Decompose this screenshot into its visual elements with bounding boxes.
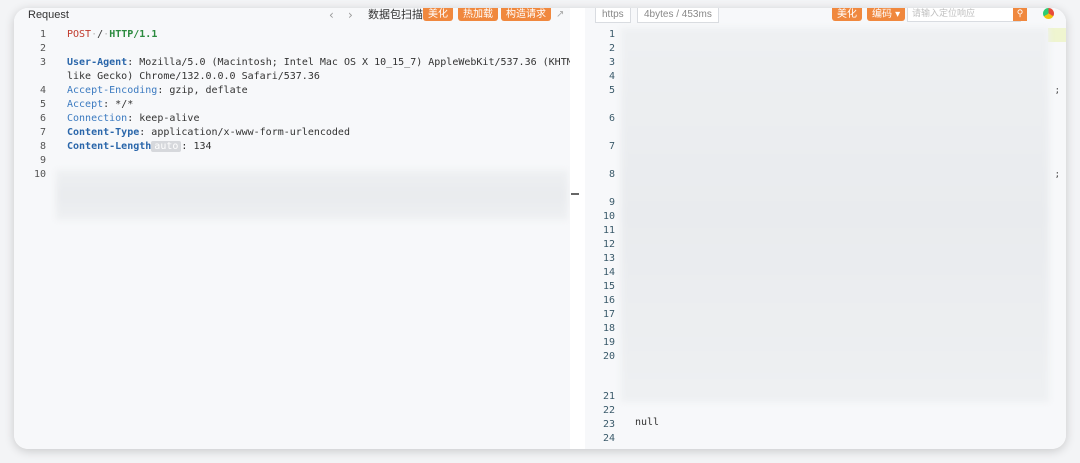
request-toolbar: Request ‹ › 数据包扫描 美化 热加载 构造请求 ↗ [14,8,570,26]
line-number: 22 [602,405,615,416]
search-icon[interactable]: ⚲ [1013,8,1027,21]
active-line-highlight [1048,28,1066,42]
line-number: 19 [602,337,615,348]
line-end-semicolon: ; [1054,170,1060,180]
line-number: 15 [602,281,615,292]
splitter-handle[interactable] [571,193,579,195]
header-value: gzip, deflate [169,85,248,96]
line-number: 1 [608,29,615,40]
line-number: 18 [602,323,615,334]
response-toolbar: https 4bytes / 453ms 美化 编码 ▾ 请输入定位响应 ⚲ [585,8,1066,26]
encoding-dropdown[interactable]: 编码 ▾ [867,8,906,21]
line-number: 7 [39,127,46,138]
header-accept-encoding[interactable]: Accept-Encoding: gzip, deflate [67,84,248,98]
line-number: 6 [608,113,615,124]
response-stats: 4bytes / 453ms [637,8,719,23]
beautify-button[interactable]: 美化 [423,8,453,21]
header-value: like Gecko) Chrome/132.0.0.0 Safari/537.… [67,71,320,82]
line-number: 14 [602,267,615,278]
line-number: 2 [39,43,46,54]
line-number: 24 [602,433,615,444]
expand-icon[interactable]: ↗ [556,8,564,21]
response-search-input[interactable]: 请输入定位响应 [907,8,1021,22]
request-line[interactable]: POST·/·HTTP/1.1 [67,28,157,42]
line-number: 9 [608,197,615,208]
line-number: 3 [608,57,615,68]
line-number: 5 [608,85,615,96]
header-key: Content-Length [67,141,152,152]
response-beautify-button[interactable]: 美化 [832,8,862,21]
line-number: 16 [602,295,615,306]
construct-request-button[interactable]: 构造请求 [501,8,551,21]
http-version: HTTP/1.1 [109,29,158,40]
header-user-agent-cont: like Gecko) Chrome/132.0.0.0 Safari/537.… [67,70,320,84]
line-number: 7 [608,141,615,152]
line-number: 2 [608,43,615,54]
header-content-length[interactable]: Content-Length auto: 134 [67,140,212,154]
protocol-badge: https [595,8,631,23]
chevron-right-icon[interactable]: › [348,8,353,22]
line-number: 23 [602,419,615,430]
hot-reload-button[interactable]: 热加载 [458,8,498,21]
header-value: */* [115,99,134,110]
header-value: 134 [193,141,212,152]
header-content-type[interactable]: Content-Type: application/x-www-form-url… [67,126,350,140]
response-pane: https 4bytes / 453ms 美化 编码 ▾ 请输入定位响应 ⚲ 1… [585,8,1066,449]
header-value: keep-alive [139,113,200,124]
header-key: User-Agent [67,57,128,68]
line-number: 13 [602,253,615,264]
line-number: 4 [39,85,46,96]
line-number: 12 [602,239,615,250]
header-key: Content-Type [67,127,140,138]
header-key: Accept [67,99,104,110]
request-title: Request [28,9,69,21]
header-key: Connection [67,113,128,124]
packet-scan-button[interactable]: 数据包扫描 [368,8,423,22]
line-number: 9 [39,155,46,166]
line-end-semicolon: ; [1054,86,1060,96]
http-editor-window: Request ‹ › 数据包扫描 美化 热加载 构造请求 ↗ 1 2 3 4 … [14,8,1066,449]
line-number: 5 [39,99,46,110]
line-number: 10 [602,211,615,222]
header-key: Accept-Encoding [67,85,158,96]
line-number: 11 [602,225,615,236]
line-number: 21 [602,391,615,402]
response-null-value[interactable]: null [635,416,659,430]
header-accept[interactable]: Accept: */* [67,98,133,112]
line-number: 20 [602,351,615,362]
chrome-logo-icon [1043,8,1054,19]
request-body-blurred [56,170,568,220]
request-pane: Request ‹ › 数据包扫描 美化 热加载 构造请求 ↗ 1 2 3 4 … [14,8,585,449]
line-number: 17 [602,309,615,320]
header-value: application/x-www-form-urlencoded [151,127,350,138]
header-value: Mozilla/5.0 (Macintosh; Intel Mac OS X 1… [139,57,585,68]
line-number: 1 [39,29,46,40]
response-body-blurred [621,28,1049,402]
line-number: 6 [39,113,46,124]
line-number: 8 [608,169,615,180]
line-number: 10 [33,169,46,180]
chevron-left-icon[interactable]: ‹ [329,8,334,22]
auto-badge: auto [151,141,182,152]
line-number: 3 [39,57,46,68]
pane-splitter[interactable] [570,8,585,449]
line-number: 4 [608,71,615,82]
http-method: POST [67,29,92,40]
line-number: 8 [39,141,46,152]
header-connection[interactable]: Connection: keep-alive [67,112,199,126]
header-user-agent[interactable]: User-Agent: Mozilla/5.0 (Macintosh; Inte… [67,56,585,70]
